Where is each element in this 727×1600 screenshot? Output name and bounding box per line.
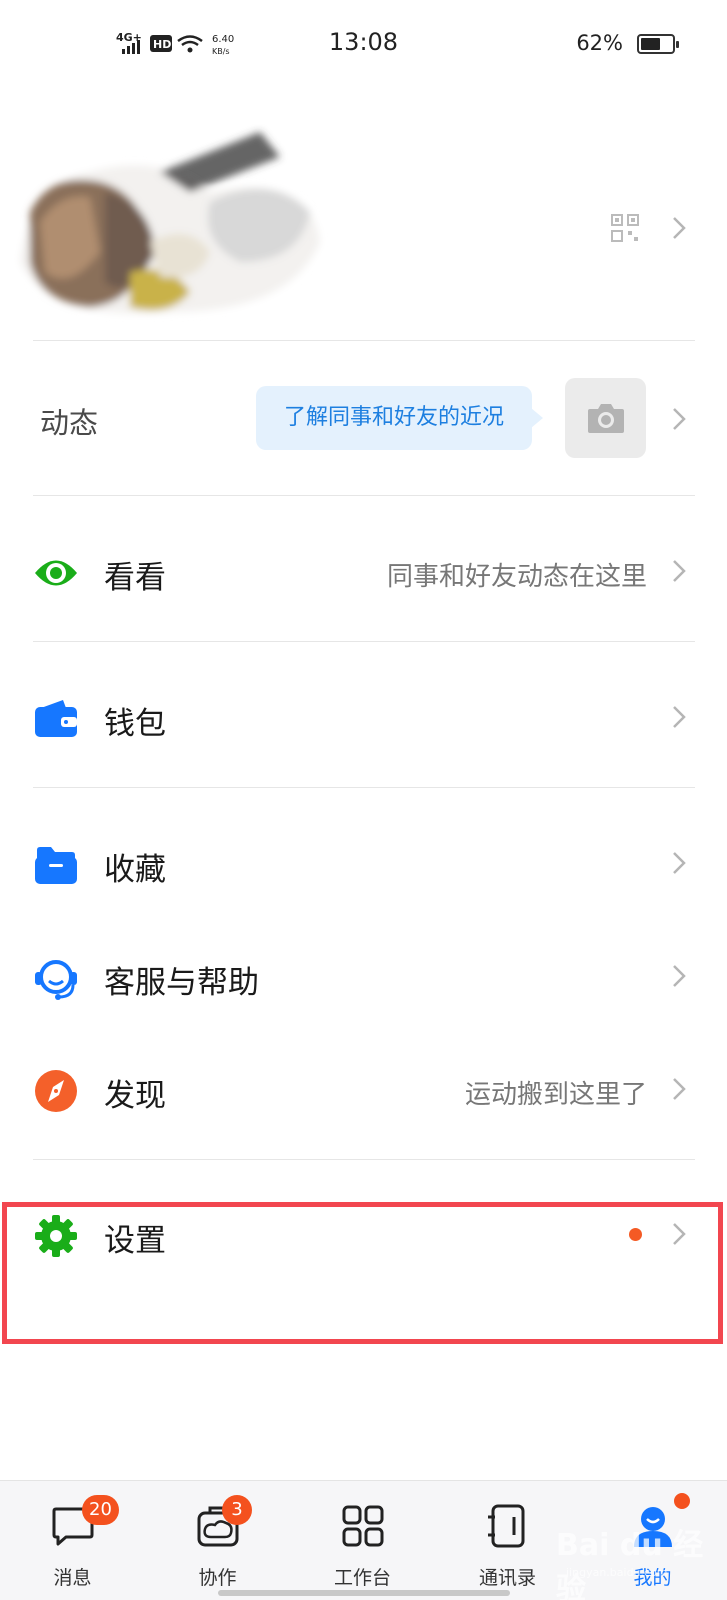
tab-label: 消息 (53, 1567, 92, 1589)
wallet-icon (35, 700, 77, 737)
menu-item-favorites[interactable]: 收藏 (0, 812, 727, 912)
tab-collaboration[interactable]: 3 协作 (145, 1481, 290, 1600)
menu-item-label: 钱包 (104, 706, 166, 742)
tab-label: 工作台 (333, 1567, 391, 1589)
divider (33, 641, 695, 642)
menu-item-wallet[interactable]: 钱包 (0, 666, 727, 766)
watermark: Bai du 经验 jingyan.baidu.com (556, 1520, 716, 1600)
profile-header[interactable] (0, 100, 727, 340)
notification-dot (672, 1491, 692, 1511)
menu-item-label: 看看 (104, 560, 166, 596)
avatar-blurred (20, 132, 320, 314)
divider (33, 495, 695, 496)
tab-workbench[interactable]: 工作台 (290, 1481, 435, 1600)
menu-item-label: 收藏 (104, 852, 166, 888)
app-screen: 4G+ HD 6.40 KB/s 13:08 62% 动态 了解同事和好友的近况… (0, 0, 727, 1600)
folder-icon (35, 847, 77, 884)
dynamics-hint-bubble: 了解同事和好友的近况 (256, 386, 543, 450)
unread-badge: 3 (222, 1495, 252, 1525)
menu-item-label: 客服与帮助 (104, 965, 259, 1001)
headset-icon (35, 960, 77, 1000)
chevron-right-icon (673, 1078, 686, 1100)
divider (33, 340, 695, 341)
tab-messages[interactable]: 20 消息 (0, 1481, 145, 1600)
compass-icon (35, 1070, 77, 1112)
status-bar: 4G+ HD 6.40 KB/s 13:08 62% (0, 0, 727, 88)
camera-button[interactable] (565, 378, 646, 458)
chevron-right-icon (673, 965, 686, 987)
menu-item-support[interactable]: 客服与帮助 (0, 925, 727, 1025)
divider (33, 787, 695, 788)
watermark-sub: jingyan.baidu.com (566, 1566, 668, 1579)
watermark-text: Bai du 经验 (556, 1528, 704, 1600)
chevron-right-icon (673, 217, 686, 239)
chevron-right-icon (673, 706, 686, 728)
chevron-right-icon (673, 560, 686, 582)
battery-percent: 62% (576, 31, 623, 55)
contacts-icon (487, 1504, 524, 1548)
eye-icon (35, 560, 77, 586)
menu-item-subtitle: 运动搬到这里了 (464, 1080, 647, 1110)
camera-icon (588, 404, 624, 433)
chevron-right-icon (673, 852, 686, 874)
unread-badge: 20 (82, 1495, 119, 1525)
menu-item-label: 发现 (104, 1078, 166, 1114)
chevron-right-icon (673, 408, 686, 430)
menu-item-kankan[interactable]: 看看 同事和好友动态在这里 (0, 520, 727, 620)
menu-item-discover[interactable]: 发现 运动搬到这里了 (0, 1038, 727, 1138)
grid-icon (342, 1505, 383, 1547)
dynamics-label: 动态 (40, 406, 99, 440)
tab-label: 协作 (198, 1567, 237, 1589)
battery-icon (637, 34, 679, 54)
divider (33, 1159, 695, 1160)
menu-item-subtitle: 同事和好友动态在这里 (386, 562, 647, 592)
qr-code-icon[interactable] (610, 213, 640, 243)
home-indicator (218, 1590, 510, 1596)
settings-highlight-box (2, 1202, 723, 1344)
